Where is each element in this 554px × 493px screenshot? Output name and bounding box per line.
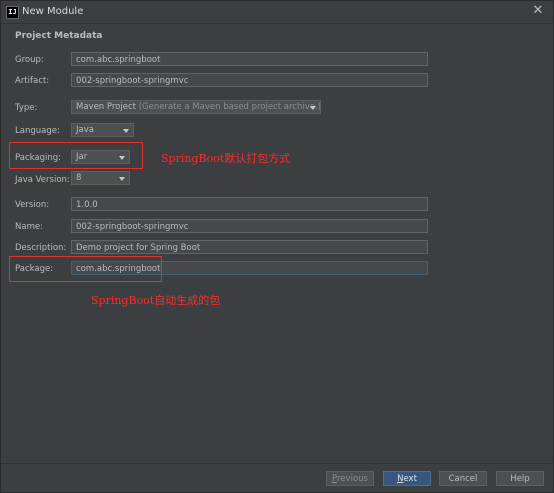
group-field[interactable]: com.abc.springboot bbox=[71, 52, 428, 66]
version-field[interactable]: 1.0.0 bbox=[71, 197, 428, 211]
package-annotation: SpringBoot自动生成的包 bbox=[91, 294, 221, 307]
description-label: Description: bbox=[15, 243, 67, 253]
section-title: Project Metadata bbox=[15, 31, 103, 41]
type-label: Type: bbox=[15, 103, 38, 113]
packaging-highlight-box bbox=[9, 142, 143, 169]
group-label: Group: bbox=[15, 55, 44, 65]
language-label: Language: bbox=[15, 126, 60, 136]
packaging-annotation: SpringBoot默认打包方式 bbox=[161, 152, 291, 165]
name-label: Name: bbox=[15, 222, 43, 232]
description-field[interactable]: Demo project for Spring Boot bbox=[71, 240, 428, 254]
type-select-value: Maven Project bbox=[76, 102, 136, 112]
java-version-select-value: 8 bbox=[76, 173, 82, 183]
footer-divider bbox=[1, 463, 553, 464]
artifact-label: Artifact: bbox=[15, 76, 50, 86]
chevron-down-icon bbox=[310, 106, 316, 110]
previous-button[interactable]: Previous bbox=[326, 471, 374, 486]
intellij-app-icon: IJ bbox=[6, 6, 19, 19]
title-bar: IJ New Module ✕ bbox=[1, 1, 553, 24]
type-select[interactable]: Maven Project (Generate a Maven based pr… bbox=[71, 100, 321, 114]
language-select-value: Java bbox=[76, 125, 94, 135]
new-module-dialog: IJ New Module ✕ Project Metadata Group: … bbox=[0, 0, 554, 493]
name-field[interactable]: 002-springboot-springmvc bbox=[71, 219, 428, 233]
chevron-down-icon bbox=[119, 177, 125, 181]
cancel-button[interactable]: Cancel bbox=[439, 471, 487, 486]
help-button[interactable]: Help bbox=[496, 471, 544, 486]
previous-label: revious bbox=[337, 474, 368, 484]
close-icon[interactable]: ✕ bbox=[531, 4, 545, 18]
artifact-field[interactable]: 002-springboot-springmvc bbox=[71, 73, 428, 87]
version-label: Version: bbox=[15, 200, 50, 210]
java-version-label: Java Version: bbox=[15, 175, 70, 185]
window-title: New Module bbox=[22, 6, 84, 17]
java-version-select[interactable]: 8 bbox=[71, 171, 130, 185]
next-button[interactable]: Next bbox=[383, 471, 431, 486]
next-label: ext bbox=[403, 474, 417, 484]
package-highlight-box bbox=[9, 256, 162, 282]
type-select-hint: (Generate a Maven based project archive.… bbox=[138, 102, 321, 112]
chevron-down-icon bbox=[123, 129, 129, 133]
language-select[interactable]: Java bbox=[71, 123, 134, 137]
